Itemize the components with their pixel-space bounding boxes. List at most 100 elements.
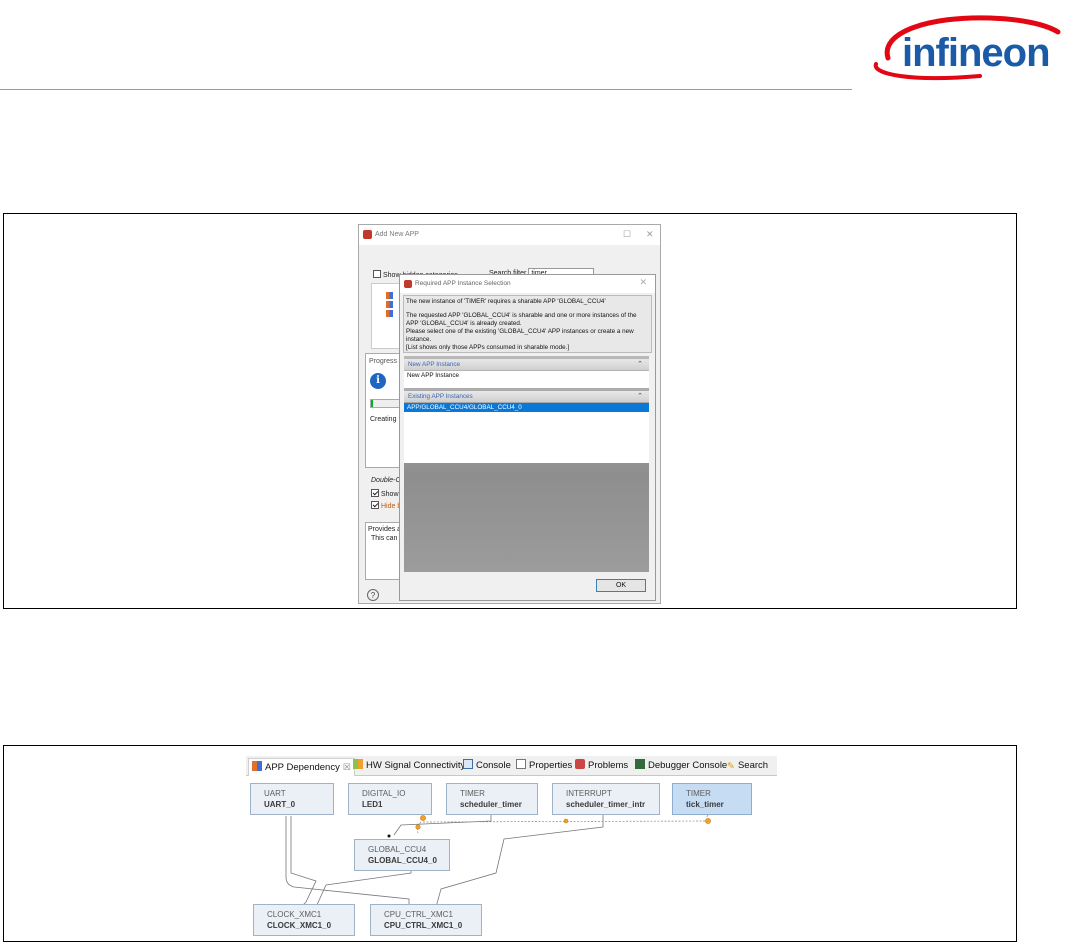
- message-line: [List shows only those APPs consumed in …: [406, 344, 570, 351]
- properties-icon: [516, 759, 526, 769]
- list-item[interactable]: New APP Instance: [404, 371, 649, 380]
- node-name: LED1: [362, 800, 383, 809]
- new-instance-section[interactable]: New APP Instance ⌃: [404, 359, 649, 370]
- ok-button[interactable]: OK: [596, 579, 646, 592]
- info-icon: i: [370, 373, 386, 389]
- checkbox-icon[interactable]: [371, 489, 379, 497]
- progress-title: Progress: [369, 358, 398, 365]
- node-global-ccu4[interactable]: GLOBAL_CCU4 GLOBAL_CCU4_0: [354, 839, 450, 871]
- tab-label: Problems: [588, 760, 629, 771]
- close-icon[interactable]: ☒: [343, 762, 351, 772]
- close-icon[interactable]: ✕: [646, 229, 654, 240]
- tab-label: HW Signal Connectivity: [366, 760, 466, 771]
- node-digital-io[interactable]: DIGITAL_IO LED1: [348, 783, 432, 815]
- tab-console[interactable]: Console: [463, 759, 511, 773]
- app-logo-icon: [363, 230, 372, 239]
- node-name: CLOCK_XMC1_0: [267, 921, 332, 930]
- tab-label: Debugger Console: [648, 760, 728, 771]
- dialog-titlebar: Add New APP ☐ ✕: [359, 225, 660, 245]
- required-app-instance-dialog: Required APP Instance Selection ✕ The ne…: [399, 274, 656, 601]
- svg-text:infineon: infineon: [902, 31, 1050, 75]
- message-line: instance.: [406, 336, 432, 343]
- tab-problems[interactable]: Problems: [575, 759, 628, 773]
- node-type: TIMER: [686, 789, 711, 798]
- list-item[interactable]: APP/GLOBAL_CCU4/GLOBAL_CCU4_0: [404, 403, 649, 412]
- hide-checkbox[interactable]: Hide b: [371, 501, 401, 510]
- checkbox-icon[interactable]: [373, 270, 381, 278]
- node-scheduler-timer[interactable]: TIMER scheduler_timer: [446, 783, 538, 815]
- node-name: scheduler_timer_intr: [566, 800, 646, 809]
- debugger-console-icon: [635, 759, 645, 769]
- message-line: Please select one of the existing 'GLOBA…: [406, 328, 634, 335]
- tab-label: Search: [737, 760, 769, 771]
- node-name: CPU_CTRL_XMC1_0: [384, 921, 463, 930]
- node-tick-timer[interactable]: TIMER tick_timer: [672, 783, 752, 815]
- collapse-icon[interactable]: ⌃: [637, 391, 643, 402]
- progress-status: Creating: [370, 416, 397, 423]
- node-name: scheduler_timer: [460, 800, 522, 809]
- link-intr-cpu: [435, 809, 604, 908]
- connection-point: [415, 824, 421, 830]
- problems-icon: [575, 759, 585, 769]
- tab-properties[interactable]: Properties: [516, 759, 572, 773]
- connection-point: [563, 818, 569, 824]
- dependency-canvas[interactable]: UART UART_0 DIGITAL_IO LED1 TIMER schedu…: [246, 777, 777, 938]
- node-cpu-ctrl-xmc1[interactable]: CPU_CTRL_XMC1 CPU_CTRL_XMC1_0: [370, 904, 482, 936]
- console-icon: [463, 759, 473, 769]
- tab-search[interactable]: ✎ Search: [727, 759, 768, 773]
- node-name: GLOBAL_CCU4_0: [368, 856, 437, 865]
- existing-instances-list: APP/GLOBAL_CCU4/GLOBAL_CCU4_0: [404, 403, 649, 463]
- view-tab-bar: APP Dependency ☒ HW Signal Connectivity C…: [246, 756, 777, 776]
- node-type: CLOCK_XMC1: [267, 910, 322, 919]
- dialog-titlebar: Required APP Instance Selection ✕: [400, 275, 655, 293]
- connection-point: [387, 834, 391, 838]
- message-box: The new instance of 'TIMER' requires a s…: [403, 295, 652, 353]
- section-label: Existing APP Instances: [408, 393, 473, 400]
- link-uart-clock: [290, 816, 317, 908]
- collapse-icon[interactable]: ⌃: [637, 359, 643, 370]
- connection-point: [420, 815, 426, 821]
- message-line: The new instance of 'TIMER' requires a s…: [406, 298, 606, 305]
- tab-app-dependency[interactable]: APP Dependency ☒: [248, 758, 355, 776]
- header-rule: [0, 89, 852, 90]
- figure-app-dependency: APP Dependency ☒ HW Signal Connectivity C…: [3, 745, 1017, 942]
- checkbox-icon[interactable]: [371, 501, 379, 509]
- section-label: New APP Instance: [408, 361, 461, 368]
- node-name: tick_timer: [686, 800, 724, 809]
- node-type: GLOBAL_CCU4: [368, 845, 427, 854]
- node-type: DIGITAL_IO: [362, 789, 406, 798]
- node-clock-xmc1[interactable]: CLOCK_XMC1 CLOCK_XMC1_0: [253, 904, 355, 936]
- search-icon: ✎: [727, 761, 735, 772]
- tab-hw-signal-connectivity[interactable]: HW Signal Connectivity: [353, 759, 465, 773]
- node-type: CPU_CTRL_XMC1: [384, 910, 453, 919]
- close-icon[interactable]: ✕: [639, 277, 647, 288]
- figure-add-app-dialog: Add New APP ☐ ✕ Show hidden categories S…: [3, 213, 1017, 609]
- new-instance-list: New APP Instance: [404, 371, 649, 388]
- node-scheduler-timer-intr[interactable]: INTERRUPT scheduler_timer_intr: [552, 783, 660, 815]
- dialog-title: Required APP Instance Selection: [415, 280, 511, 287]
- tab-debugger-console[interactable]: Debugger Console: [635, 759, 727, 773]
- app-icon: [386, 301, 393, 308]
- node-uart[interactable]: UART UART_0: [250, 783, 334, 815]
- node-type: TIMER: [460, 789, 485, 798]
- app-logo-icon: [404, 280, 412, 288]
- show-checkbox[interactable]: Show: [371, 489, 399, 498]
- node-name: UART_0: [264, 800, 296, 809]
- app-icon: [252, 761, 262, 771]
- show-label: Show: [381, 491, 399, 498]
- tab-label: Properties: [529, 760, 573, 771]
- existing-instances-section[interactable]: Existing APP Instances ⌃: [404, 391, 649, 402]
- dialog-title: Add New APP: [375, 231, 419, 238]
- node-type: UART: [264, 789, 286, 798]
- message-line: The requested APP 'GLOBAL_CCU4' is shara…: [406, 312, 637, 319]
- connection-point: [705, 818, 711, 824]
- double-click-hint: Double-C: [371, 477, 401, 484]
- node-type: INTERRUPT: [566, 789, 612, 798]
- help-icon[interactable]: ?: [367, 589, 379, 601]
- app-icon: [386, 292, 393, 299]
- tab-label: APP Dependency: [265, 762, 340, 773]
- message-line: APP 'GLOBAL_CCU4' is already created.: [406, 320, 522, 327]
- maximize-icon[interactable]: ☐: [623, 229, 631, 240]
- hw-signal-icon: [353, 759, 363, 769]
- tab-label: Console: [476, 760, 511, 771]
